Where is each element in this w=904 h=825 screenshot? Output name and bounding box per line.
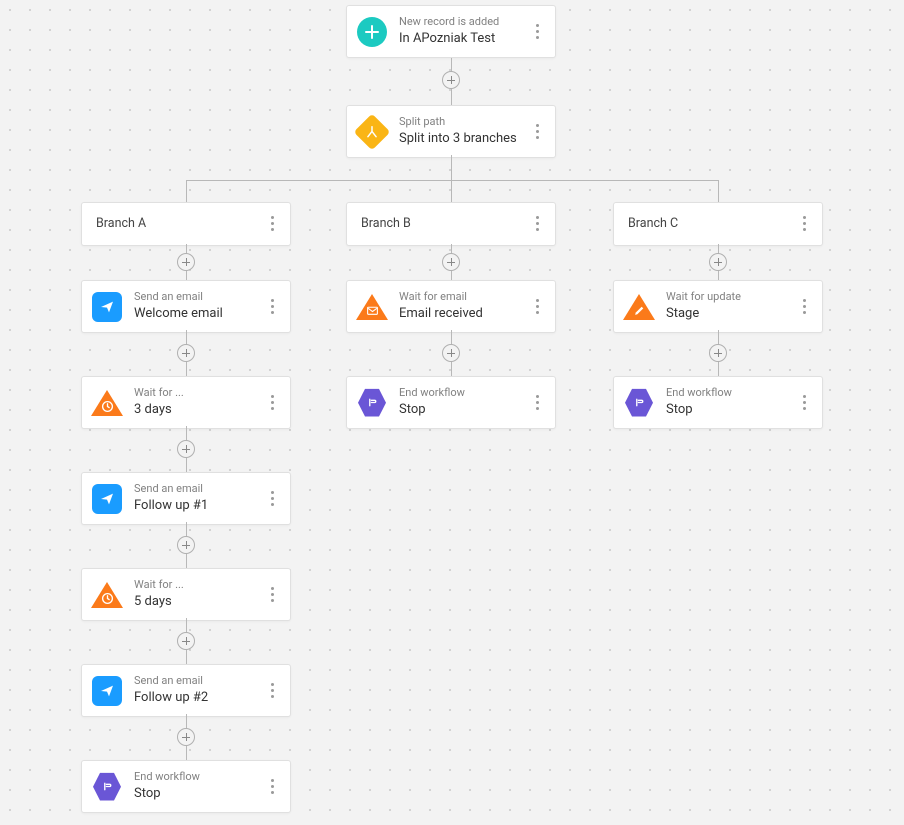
node-eyebrow: End workflow: [134, 770, 260, 784]
send-email-icon: [92, 484, 122, 514]
node-title: Stage: [666, 305, 792, 323]
branch-a-node-0[interactable]: Send an email Welcome email: [81, 280, 291, 333]
branch-a-node-5[interactable]: End workflow Stop: [81, 760, 291, 813]
add-step-button[interactable]: [442, 71, 460, 89]
kebab-icon[interactable]: [792, 299, 816, 314]
add-step-button[interactable]: [177, 440, 195, 458]
trigger-node[interactable]: New record is added In APozniak Test: [346, 5, 556, 58]
node-title: Welcome email: [134, 305, 260, 323]
connector: [718, 180, 719, 202]
branch-c-header[interactable]: Branch C: [613, 202, 823, 246]
kebab-icon[interactable]: [792, 216, 816, 231]
node-title: Follow up #1: [134, 497, 260, 515]
branch-a-label: Branch A: [96, 215, 260, 233]
add-step-button[interactable]: [177, 344, 195, 362]
send-email-icon: [92, 676, 122, 706]
split-icon: [357, 117, 387, 147]
connector: [451, 155, 452, 180]
kebab-icon[interactable]: [260, 683, 284, 698]
node-title: Stop: [134, 785, 260, 803]
branch-a-node-4[interactable]: Send an email Follow up #2: [81, 664, 291, 717]
split-title: Split into 3 branches: [399, 130, 525, 148]
kebab-icon[interactable]: [525, 124, 549, 139]
node-title: 5 days: [134, 593, 260, 611]
kebab-icon[interactable]: [525, 299, 549, 314]
node-eyebrow: End workflow: [399, 386, 525, 400]
node-eyebrow: End workflow: [666, 386, 792, 400]
stop-icon: [92, 772, 122, 802]
kebab-icon[interactable]: [260, 395, 284, 410]
branch-a-header[interactable]: Branch A: [81, 202, 291, 246]
add-step-button[interactable]: [442, 344, 460, 362]
connector: [451, 180, 452, 202]
branch-c-node-0[interactable]: Wait for update Stage: [613, 280, 823, 333]
branch-a-node-2[interactable]: Send an email Follow up #1: [81, 472, 291, 525]
send-email-icon: [92, 292, 122, 322]
node-eyebrow: Send an email: [134, 290, 260, 304]
split-eyebrow: Split path: [399, 115, 525, 129]
branch-b-label: Branch B: [361, 215, 525, 233]
node-title: Email received: [399, 305, 525, 323]
branch-b-node-1[interactable]: End workflow Stop: [346, 376, 556, 429]
node-title: 3 days: [134, 401, 260, 419]
node-title: Stop: [666, 401, 792, 419]
stop-icon: [357, 388, 387, 418]
node-eyebrow: Wait for ...: [134, 578, 260, 592]
wait-clock-icon: [92, 580, 122, 610]
kebab-icon[interactable]: [260, 216, 284, 231]
connector: [186, 180, 718, 181]
branch-a-node-3[interactable]: Wait for ... 5 days: [81, 568, 291, 621]
add-step-button[interactable]: [177, 536, 195, 554]
branch-c-node-1[interactable]: End workflow Stop: [613, 376, 823, 429]
kebab-icon[interactable]: [525, 216, 549, 231]
add-step-button[interactable]: [177, 632, 195, 650]
node-eyebrow: Send an email: [134, 482, 260, 496]
node-title: Stop: [399, 401, 525, 419]
kebab-icon[interactable]: [792, 395, 816, 410]
add-step-button[interactable]: [177, 728, 195, 746]
kebab-icon[interactable]: [260, 779, 284, 794]
node-eyebrow: Send an email: [134, 674, 260, 688]
node-eyebrow: Wait for update: [666, 290, 792, 304]
kebab-icon[interactable]: [525, 395, 549, 410]
split-node[interactable]: Split path Split into 3 branches: [346, 105, 556, 158]
branch-b-node-0[interactable]: Wait for email Email received: [346, 280, 556, 333]
trigger-title: In APozniak Test: [399, 30, 525, 48]
add-step-button[interactable]: [709, 344, 727, 362]
add-step-button[interactable]: [709, 253, 727, 271]
kebab-icon[interactable]: [525, 24, 549, 39]
branch-b-header[interactable]: Branch B: [346, 202, 556, 246]
trigger-eyebrow: New record is added: [399, 15, 525, 29]
branch-c-label: Branch C: [628, 215, 792, 233]
wait-clock-icon: [92, 388, 122, 418]
add-step-button[interactable]: [177, 253, 195, 271]
add-step-button[interactable]: [442, 253, 460, 271]
node-title: Follow up #2: [134, 689, 260, 707]
kebab-icon[interactable]: [260, 299, 284, 314]
wait-edit-icon: [624, 292, 654, 322]
plus-icon: [357, 17, 387, 47]
wait-mail-icon: [357, 292, 387, 322]
node-eyebrow: Wait for email: [399, 290, 525, 304]
stop-icon: [624, 388, 654, 418]
workflow-canvas: New record is added In APozniak Test Spl…: [0, 0, 904, 825]
branch-a-node-1[interactable]: Wait for ... 3 days: [81, 376, 291, 429]
kebab-icon[interactable]: [260, 587, 284, 602]
connector: [186, 180, 187, 202]
kebab-icon[interactable]: [260, 491, 284, 506]
node-eyebrow: Wait for ...: [134, 386, 260, 400]
